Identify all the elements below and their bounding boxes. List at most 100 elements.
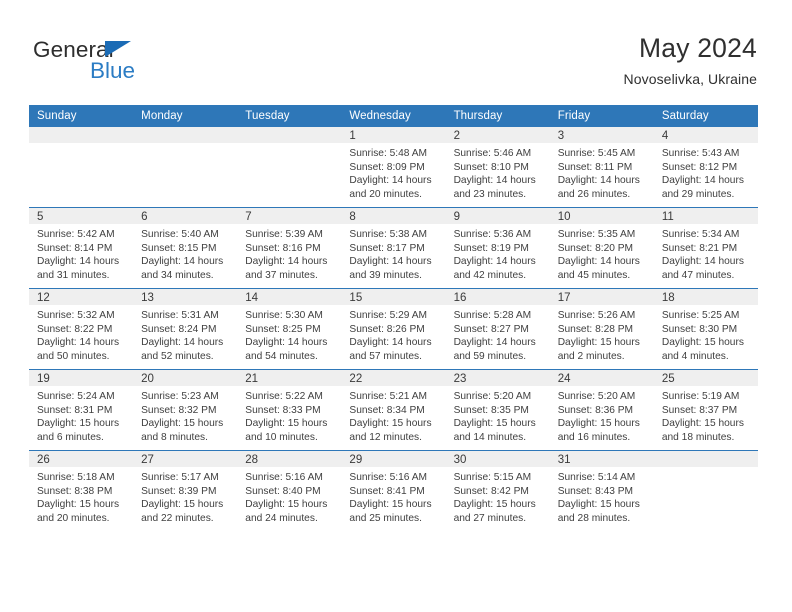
day-details: Sunrise: 5:45 AM Sunset: 8:11 PM Daylight:… <box>550 143 654 201</box>
sunset-time: Sunset: 8:27 PM <box>453 323 529 335</box>
day-number: 22 <box>341 370 446 386</box>
calendar-day-cell[interactable]: 29 Sunrise: 5:16 AM Sunset: 8:41 PM Dayligh… <box>341 450 446 531</box>
sunrise-time: Sunrise: 5:20 AM <box>557 391 636 402</box>
daylight-duration-line1: Daylight: 14 hours <box>245 337 328 349</box>
daylight-duration-line1: Daylight: 14 hours <box>661 175 744 187</box>
daylight-duration-line2: and 20 minutes. <box>349 188 422 200</box>
sunrise-time: Sunrise: 5:18 AM <box>37 472 115 483</box>
day-number: 19 <box>29 370 134 386</box>
calendar-day-cell[interactable]: 25 Sunrise: 5:19 AM Sunset: 8:37 PM Dayligh… <box>653 369 758 451</box>
day-details: Sunrise: 5:23 AM Sunset: 8:32 PM Daylight:… <box>133 386 237 444</box>
calendar-day-cell[interactable]: 20 Sunrise: 5:23 AM Sunset: 8:32 PM Dayligh… <box>133 369 238 451</box>
calendar-day-cell[interactable]: 24 Sunrise: 5:20 AM Sunset: 8:36 PM Dayligh… <box>549 369 654 451</box>
sunrise-time: Sunrise: 5:48 AM <box>349 148 428 159</box>
day-details: Sunrise: 5:21 AM Sunset: 8:34 PM Daylight:… <box>341 386 445 444</box>
sunset-time: Sunset: 8:21 PM <box>661 242 738 254</box>
day-details: Sunrise: 5:20 AM Sunset: 8:35 PM Daylight:… <box>446 386 550 444</box>
day-details: Sunrise: 5:15 AM Sunset: 8:42 PM Daylight:… <box>446 467 550 525</box>
sunrise-time: Sunrise: 5:19 AM <box>661 391 740 402</box>
sunset-time: Sunset: 8:42 PM <box>453 485 529 497</box>
daylight-duration-line1: Daylight: 14 hours <box>141 256 224 268</box>
sunrise-time: Sunrise: 5:17 AM <box>141 472 219 483</box>
calendar-day-cell[interactable]: 13 Sunrise: 5:31 AM Sunset: 8:24 PM Dayligh… <box>133 288 238 370</box>
day-number <box>653 451 758 467</box>
day-details: Sunrise: 5:19 AM Sunset: 8:37 PM Daylight:… <box>654 386 758 444</box>
day-number: 31 <box>549 451 654 467</box>
sunrise-time: Sunrise: 5:29 AM <box>349 310 428 321</box>
day-number: 16 <box>445 289 550 305</box>
day-number: 3 <box>549 127 654 143</box>
sunset-time: Sunset: 8:41 PM <box>349 485 425 497</box>
day-number: 27 <box>133 451 238 467</box>
day-number: 14 <box>237 289 342 305</box>
daylight-duration-line2: and 29 minutes. <box>661 188 735 200</box>
sunrise-time: Sunrise: 5:45 AM <box>557 148 636 159</box>
sunset-time: Sunset: 8:31 PM <box>37 404 113 416</box>
day-number: 18 <box>653 289 758 305</box>
sunrise-time: Sunrise: 5:34 AM <box>661 229 740 240</box>
calendar-day-cell[interactable]: 10 Sunrise: 5:35 AM Sunset: 8:20 PM Dayligh… <box>549 207 654 289</box>
calendar-day-cell[interactable]: 21 Sunrise: 5:22 AM Sunset: 8:33 PM Dayligh… <box>237 369 342 451</box>
daylight-duration-line2: and 6 minutes. <box>37 431 104 443</box>
daylight-duration-line1: Daylight: 14 hours <box>453 175 536 187</box>
day-number: 23 <box>445 370 550 386</box>
calendar-day-cell[interactable]: 30 Sunrise: 5:15 AM Sunset: 8:42 PM Dayligh… <box>445 450 550 531</box>
sunset-time: Sunset: 8:34 PM <box>349 404 425 416</box>
calendar-day-cell[interactable]: 12 Sunrise: 5:32 AM Sunset: 8:22 PM Dayligh… <box>29 288 134 370</box>
daylight-duration-line2: and 23 minutes. <box>453 188 527 200</box>
calendar-day-cell[interactable]: 9 Sunrise: 5:36 AM Sunset: 8:19 PM Daylight… <box>445 207 550 289</box>
calendar-day-cell[interactable]: 4 Sunrise: 5:43 AM Sunset: 8:12 PM Daylight… <box>653 127 758 208</box>
daylight-duration-line1: Daylight: 14 hours <box>453 256 536 268</box>
brand-logo[interactable]: General Blue <box>33 38 253 86</box>
calendar-day-cell[interactable]: 15 Sunrise: 5:29 AM Sunset: 8:26 PM Dayligh… <box>341 288 446 370</box>
calendar-day-cell[interactable]: 19 Sunrise: 5:24 AM Sunset: 8:31 PM Dayligh… <box>29 369 134 451</box>
daylight-duration-line1: Daylight: 15 hours <box>453 499 536 511</box>
calendar-day-cell-empty <box>29 127 134 208</box>
daylight-duration-line2: and 8 minutes. <box>141 431 208 443</box>
sunrise-time: Sunrise: 5:31 AM <box>141 310 219 321</box>
daylight-duration-line2: and 45 minutes. <box>557 269 631 281</box>
sunset-time: Sunset: 8:11 PM <box>557 161 633 173</box>
calendar-day-cell[interactable]: 27 Sunrise: 5:17 AM Sunset: 8:39 PM Dayligh… <box>133 450 238 531</box>
calendar-grid: Sunday Monday Tuesday Wednesday Thursday… <box>29 105 758 531</box>
calendar-day-cell[interactable]: 3 Sunrise: 5:45 AM Sunset: 8:11 PM Daylight… <box>549 127 654 208</box>
calendar-day-cell[interactable]: 16 Sunrise: 5:28 AM Sunset: 8:27 PM Dayligh… <box>445 288 550 370</box>
weekday-header-friday: Friday <box>549 105 654 127</box>
day-number: 26 <box>29 451 134 467</box>
calendar-day-cell[interactable]: 2 Sunrise: 5:46 AM Sunset: 8:10 PM Daylight… <box>445 127 550 208</box>
day-number: 12 <box>29 289 134 305</box>
daylight-duration-line1: Daylight: 15 hours <box>557 337 640 349</box>
daylight-duration-line1: Daylight: 15 hours <box>37 418 120 430</box>
calendar-day-cell[interactable]: 1 Sunrise: 5:48 AM Sunset: 8:09 PM Daylight… <box>341 127 446 208</box>
daylight-duration-line1: Daylight: 14 hours <box>37 256 120 268</box>
daylight-duration-line2: and 28 minutes. <box>557 512 631 524</box>
calendar-week-row: 19 Sunrise: 5:24 AM Sunset: 8:31 PM Dayligh… <box>29 369 758 451</box>
calendar-day-cell[interactable]: 6 Sunrise: 5:40 AM Sunset: 8:15 PM Daylight… <box>133 207 238 289</box>
calendar-day-cell[interactable]: 22 Sunrise: 5:21 AM Sunset: 8:34 PM Dayligh… <box>341 369 446 451</box>
calendar-day-cell[interactable]: 23 Sunrise: 5:20 AM Sunset: 8:35 PM Dayligh… <box>445 369 550 451</box>
day-number: 30 <box>445 451 550 467</box>
calendar-day-cell[interactable]: 26 Sunrise: 5:18 AM Sunset: 8:38 PM Dayligh… <box>29 450 134 531</box>
calendar-day-cell[interactable]: 8 Sunrise: 5:38 AM Sunset: 8:17 PM Daylight… <box>341 207 446 289</box>
daylight-duration-line1: Daylight: 14 hours <box>141 337 224 349</box>
daylight-duration-line1: Daylight: 15 hours <box>557 499 640 511</box>
calendar-day-cell[interactable]: 18 Sunrise: 5:25 AM Sunset: 8:30 PM Dayligh… <box>653 288 758 370</box>
day-details: Sunrise: 5:39 AM Sunset: 8:16 PM Daylight:… <box>237 224 341 282</box>
day-details: Sunrise: 5:43 AM Sunset: 8:12 PM Daylight:… <box>654 143 758 201</box>
calendar-day-cell[interactable]: 14 Sunrise: 5:30 AM Sunset: 8:25 PM Dayligh… <box>237 288 342 370</box>
sunset-time: Sunset: 8:37 PM <box>661 404 738 416</box>
day-details: Sunrise: 5:32 AM Sunset: 8:22 PM Daylight:… <box>29 305 133 363</box>
day-number: 20 <box>133 370 238 386</box>
calendar-day-cell[interactable]: 5 Sunrise: 5:42 AM Sunset: 8:14 PM Daylight… <box>29 207 134 289</box>
calendar-day-cell[interactable]: 28 Sunrise: 5:16 AM Sunset: 8:40 PM Dayligh… <box>237 450 342 531</box>
weekday-header-saturday: Saturday <box>653 105 758 127</box>
title-block: May 2024 Novoselivka, Ukraine <box>624 32 758 89</box>
calendar-day-cell[interactable]: 31 Sunrise: 5:14 AM Sunset: 8:43 PM Dayligh… <box>549 450 654 531</box>
page-title: May 2024 <box>639 33 757 63</box>
day-details: Sunrise: 5:29 AM Sunset: 8:26 PM Daylight:… <box>341 305 445 363</box>
calendar-day-cell[interactable]: 7 Sunrise: 5:39 AM Sunset: 8:16 PM Daylight… <box>237 207 342 289</box>
day-number: 21 <box>237 370 342 386</box>
calendar-day-cell[interactable]: 11 Sunrise: 5:34 AM Sunset: 8:21 PM Dayligh… <box>653 207 758 289</box>
weekday-header-monday: Monday <box>133 105 238 127</box>
calendar-day-cell[interactable]: 17 Sunrise: 5:26 AM Sunset: 8:28 PM Dayligh… <box>549 288 654 370</box>
